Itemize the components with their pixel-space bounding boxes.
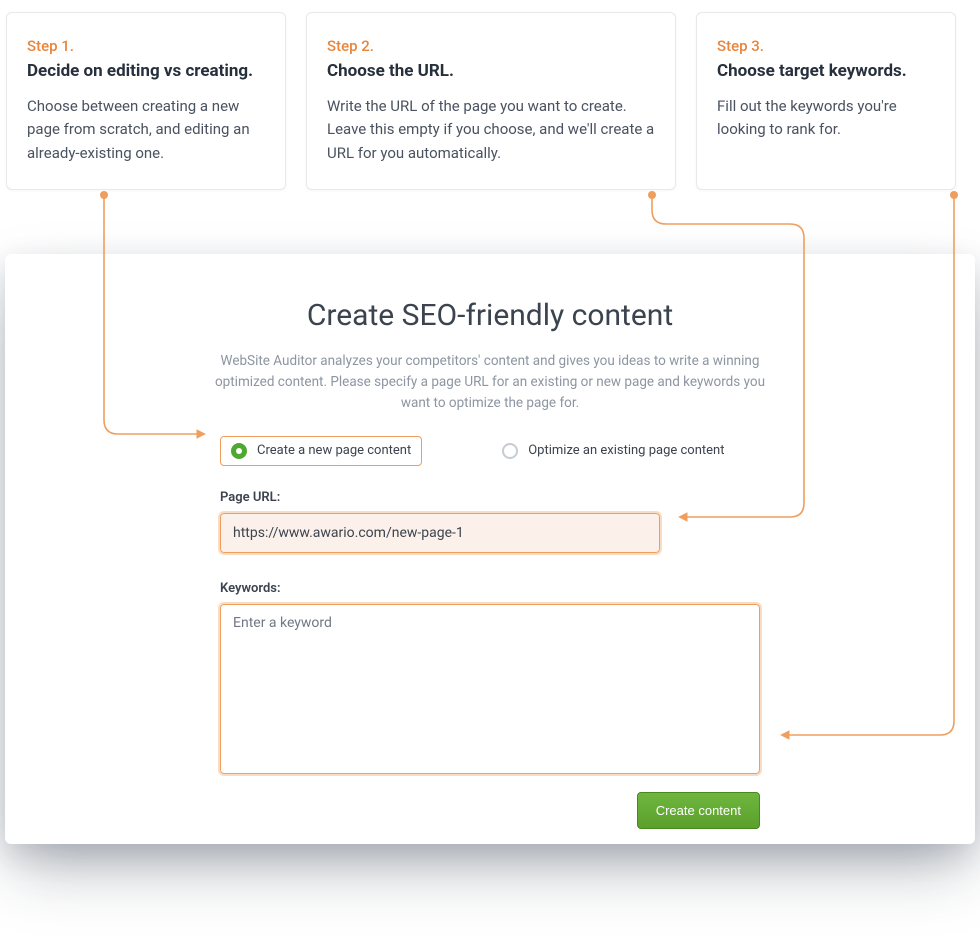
form-area: Create a new page content Optimize an ex…: [220, 436, 760, 829]
radio-create-new-page[interactable]: Create a new page content: [220, 436, 422, 466]
step-title: Choose the URL.: [327, 61, 655, 81]
page-url-label: Page URL:: [220, 490, 760, 505]
content-editor-panel: Create SEO-friendly content WebSite Audi…: [5, 254, 975, 844]
step-description: Write the URL of the page you want to cr…: [327, 95, 655, 165]
step-card-3: Step 3. Choose target keywords. Fill out…: [696, 12, 956, 190]
step-number: Step 1.: [27, 37, 265, 55]
step-number: Step 2.: [327, 37, 655, 55]
panel-title: Create SEO-friendly content: [45, 298, 935, 333]
page-url-input[interactable]: [220, 513, 660, 553]
radio-label: Optimize an existing page content: [528, 443, 724, 458]
step-card-2: Step 2. Choose the URL. Write the URL of…: [306, 12, 676, 190]
step-title: Decide on editing vs creating.: [27, 61, 265, 81]
radio-label: Create a new page content: [257, 443, 411, 458]
step-number: Step 3.: [717, 37, 935, 55]
radio-dot-icon: [502, 443, 518, 459]
mode-radio-group: Create a new page content Optimize an ex…: [220, 436, 760, 466]
keywords-label: Keywords:: [220, 581, 760, 596]
keywords-input[interactable]: [220, 604, 760, 774]
step-card-1: Step 1. Decide on editing vs creating. C…: [6, 12, 286, 190]
step-description: Fill out the keywords you're looking to …: [717, 95, 935, 142]
create-content-button[interactable]: Create content: [637, 792, 760, 829]
steps-row: Step 1. Decide on editing vs creating. C…: [6, 12, 980, 190]
step-title: Choose target keywords.: [717, 61, 935, 81]
step-description: Choose between creating a new page from …: [27, 95, 265, 165]
radio-optimize-existing[interactable]: Optimize an existing page content: [492, 437, 734, 465]
radio-dot-icon: [231, 443, 247, 459]
panel-subtitle: WebSite Auditor analyzes your competitor…: [210, 351, 770, 414]
